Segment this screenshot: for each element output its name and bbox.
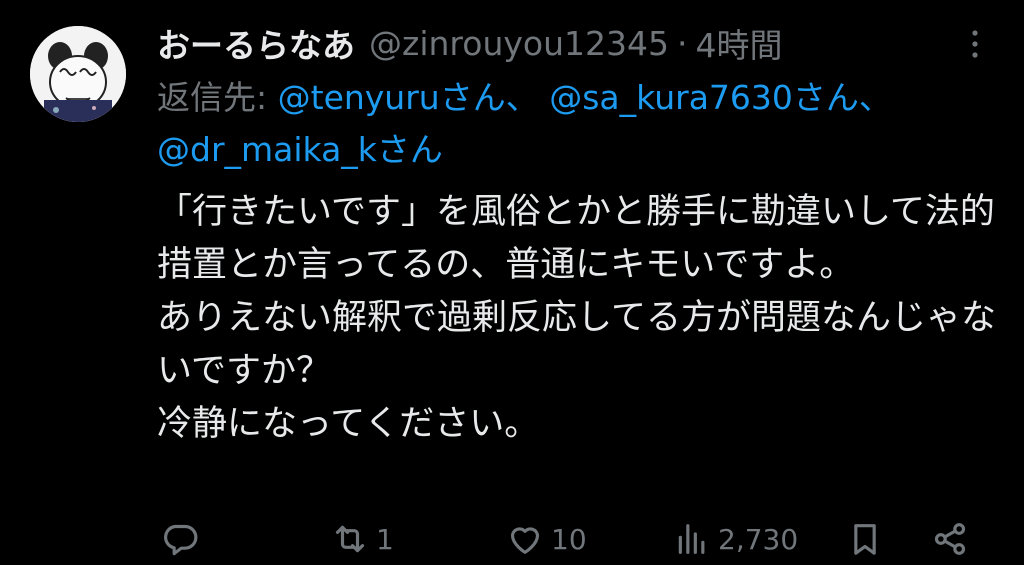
tweet-header: おーるらなあ @zinrouyou12345 · 4時間	[157, 20, 782, 66]
share-button[interactable]	[930, 519, 970, 559]
tweet-text: 「行きたいです」を風俗とかと勝手に勘違いして法的措置とか言ってるの、普通にキモい…	[157, 186, 1002, 451]
user-handle[interactable]: @zinrouyou12345	[369, 24, 669, 63]
mention-suffix: さん	[376, 130, 443, 169]
tweet-paragraph: 「行きたいです」を風俗とかと勝手に勘違いして法的措置とか言ってるの、普通にキモい…	[157, 192, 995, 285]
mention-suffix: さん、	[439, 78, 539, 117]
views-count: 2,730	[718, 522, 799, 556]
views-icon	[678, 524, 705, 554]
mention-link[interactable]: @tenyuru	[278, 78, 440, 117]
avatar[interactable]	[30, 26, 126, 122]
repost-button[interactable]: 1	[330, 519, 394, 559]
reply-to-line: 返信先: @tenyuruさん、 @sa_kura7630さん、 @dr_mai…	[157, 72, 997, 176]
heart-icon	[510, 527, 540, 554]
more-options-button[interactable]	[960, 26, 990, 62]
bookmark-icon	[854, 524, 876, 555]
repost-icon	[335, 525, 365, 553]
views-button[interactable]: 2,730	[672, 519, 798, 559]
mention-link[interactable]: @dr_maika_k	[157, 130, 377, 169]
share-icon	[934, 523, 966, 555]
repost-count: 1	[376, 522, 394, 556]
mention-suffix: さん、	[792, 78, 892, 117]
like-count: 10	[551, 522, 587, 556]
reply-button[interactable]	[160, 519, 206, 559]
like-button[interactable]: 10	[505, 519, 587, 559]
separator-dot: ·	[676, 23, 688, 63]
more-vertical-icon	[972, 30, 978, 58]
mention-link[interactable]: @sa_kura7630	[549, 78, 793, 117]
bookmark-button[interactable]	[845, 519, 885, 559]
action-bar: 1 10 2,730	[0, 515, 1024, 565]
reply-to-prefix: 返信先:	[157, 78, 268, 117]
display-name[interactable]: おーるらなあ	[157, 19, 355, 67]
tweet-paragraph: 冷静になってください。	[157, 404, 540, 444]
tweet-paragraph: ありえない解釈で過剰反応してる方が問題なんじゃないですか？	[157, 298, 996, 391]
timestamp[interactable]: 4時間	[695, 19, 782, 67]
reply-icon	[164, 524, 198, 556]
avatar-image	[30, 26, 126, 122]
